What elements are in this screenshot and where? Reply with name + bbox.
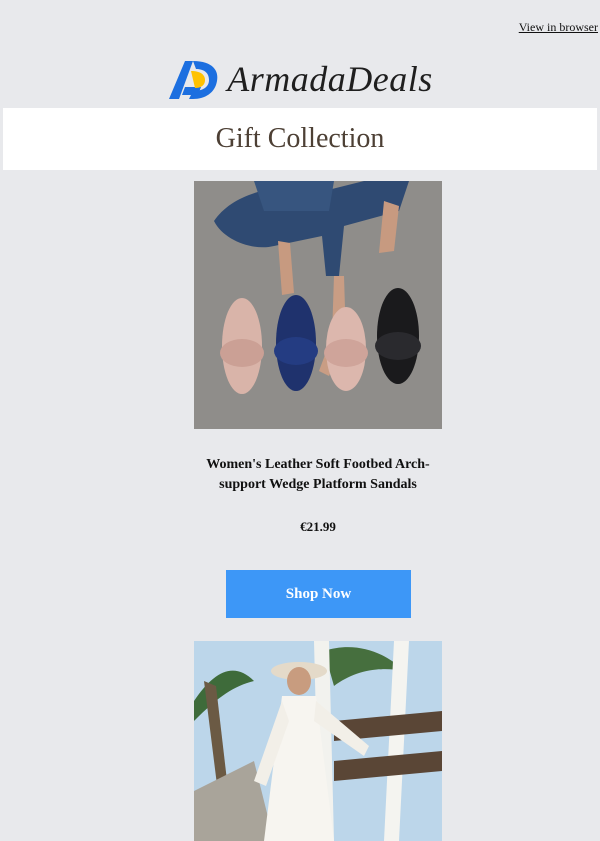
- armadadeals-logo-icon: [169, 61, 218, 99]
- email-topbar: View in browser: [0, 0, 600, 54]
- sandals-photo[interactable]: [194, 181, 442, 429]
- shop-now-button[interactable]: Shop Now: [226, 570, 411, 618]
- product-name[interactable]: Women's Leather Soft Footbed Arch-suppor…: [190, 455, 446, 495]
- lace-dress-photo[interactable]: [194, 641, 442, 841]
- view-in-browser-link[interactable]: View in browser: [519, 20, 598, 35]
- collection-banner: Gift Collection: [3, 108, 597, 170]
- product-price: €21.99: [300, 519, 336, 534]
- collection-title: Gift Collection: [215, 123, 385, 154]
- brand-name: ArmadaDeals: [227, 59, 433, 99]
- brand-logo[interactable]: ArmadaDeals: [0, 54, 600, 104]
